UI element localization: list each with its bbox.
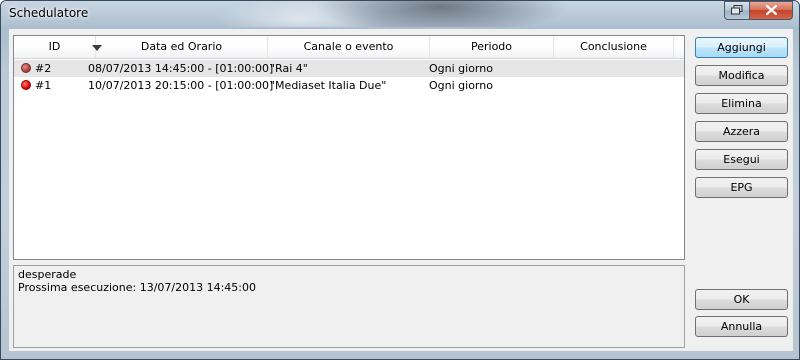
row-datetime: 08/07/2013 14:45:00 - [01:00:00]	[88, 62, 274, 75]
epg-button[interactable]: EPG	[695, 177, 788, 198]
row-datetime: 10/07/2013 20:15:00 - [01:00:00]	[88, 79, 274, 92]
column-header-end[interactable]: Conclusione	[554, 36, 674, 58]
column-header-label: Canale o evento	[303, 40, 394, 53]
status-dot-icon	[21, 80, 31, 90]
column-header-period[interactable]: Periodo	[430, 36, 554, 58]
ok-button[interactable]: OK	[695, 289, 788, 310]
schedule-list[interactable]: ID Data ed Orario Canale o evento Period…	[13, 35, 685, 260]
details-title: desperade	[18, 268, 77, 281]
row-channel: "Mediaset Italia Due"	[270, 79, 387, 92]
restore-icon	[731, 4, 743, 18]
column-header-channel[interactable]: Canale o evento	[268, 36, 430, 58]
list-header: ID Data ed Orario Canale o evento Period…	[14, 36, 684, 59]
column-header-label: ID	[48, 40, 61, 53]
row-id: #2	[35, 62, 52, 75]
sort-descending-icon	[92, 45, 102, 51]
column-header-label: Data ed Orario	[140, 40, 223, 53]
table-row[interactable]: #2 08/07/2013 14:45:00 - [01:00:00] "Rai…	[14, 60, 684, 77]
window-title: Schedulatore	[9, 6, 89, 20]
column-header-label: Conclusione	[580, 40, 647, 53]
status-dot-icon	[21, 63, 31, 73]
dialog-client-area: ID Data ed Orario Canale o evento Period…	[9, 29, 793, 351]
delete-button[interactable]: Elimina	[695, 93, 788, 114]
column-header-id[interactable]: ID	[14, 36, 96, 58]
column-header-label: Periodo	[470, 40, 513, 53]
cancel-button[interactable]: Annulla	[695, 316, 788, 337]
reset-button[interactable]: Azzera	[695, 121, 788, 142]
details-panel: desperade Prossima esecuzione: 13/07/201…	[13, 265, 685, 348]
scheduler-window: Schedulatore ID Data ed Orario Canale o …	[0, 0, 800, 360]
edit-button[interactable]: Modifica	[695, 65, 788, 86]
table-row[interactable]: #1 10/07/2013 20:15:00 - [01:00:00] "Med…	[14, 77, 684, 94]
row-id: #1	[35, 79, 52, 92]
row-channel: "Rai 4"	[270, 62, 308, 75]
restore-button[interactable]	[724, 1, 750, 20]
next-run-text: Prossima esecuzione: 13/07/2013 14:45:00	[18, 281, 257, 294]
close-button[interactable]	[750, 1, 793, 20]
caption-buttons	[724, 1, 793, 21]
close-icon	[764, 3, 778, 18]
column-header-datetime[interactable]: Data ed Orario	[92, 36, 268, 58]
title-bar[interactable]: Schedulatore	[1, 1, 799, 27]
run-button[interactable]: Esegui	[695, 149, 788, 170]
row-period: Ogni giorno	[429, 62, 493, 75]
add-button[interactable]: Aggiungi	[695, 37, 788, 58]
row-period: Ogni giorno	[429, 79, 493, 92]
